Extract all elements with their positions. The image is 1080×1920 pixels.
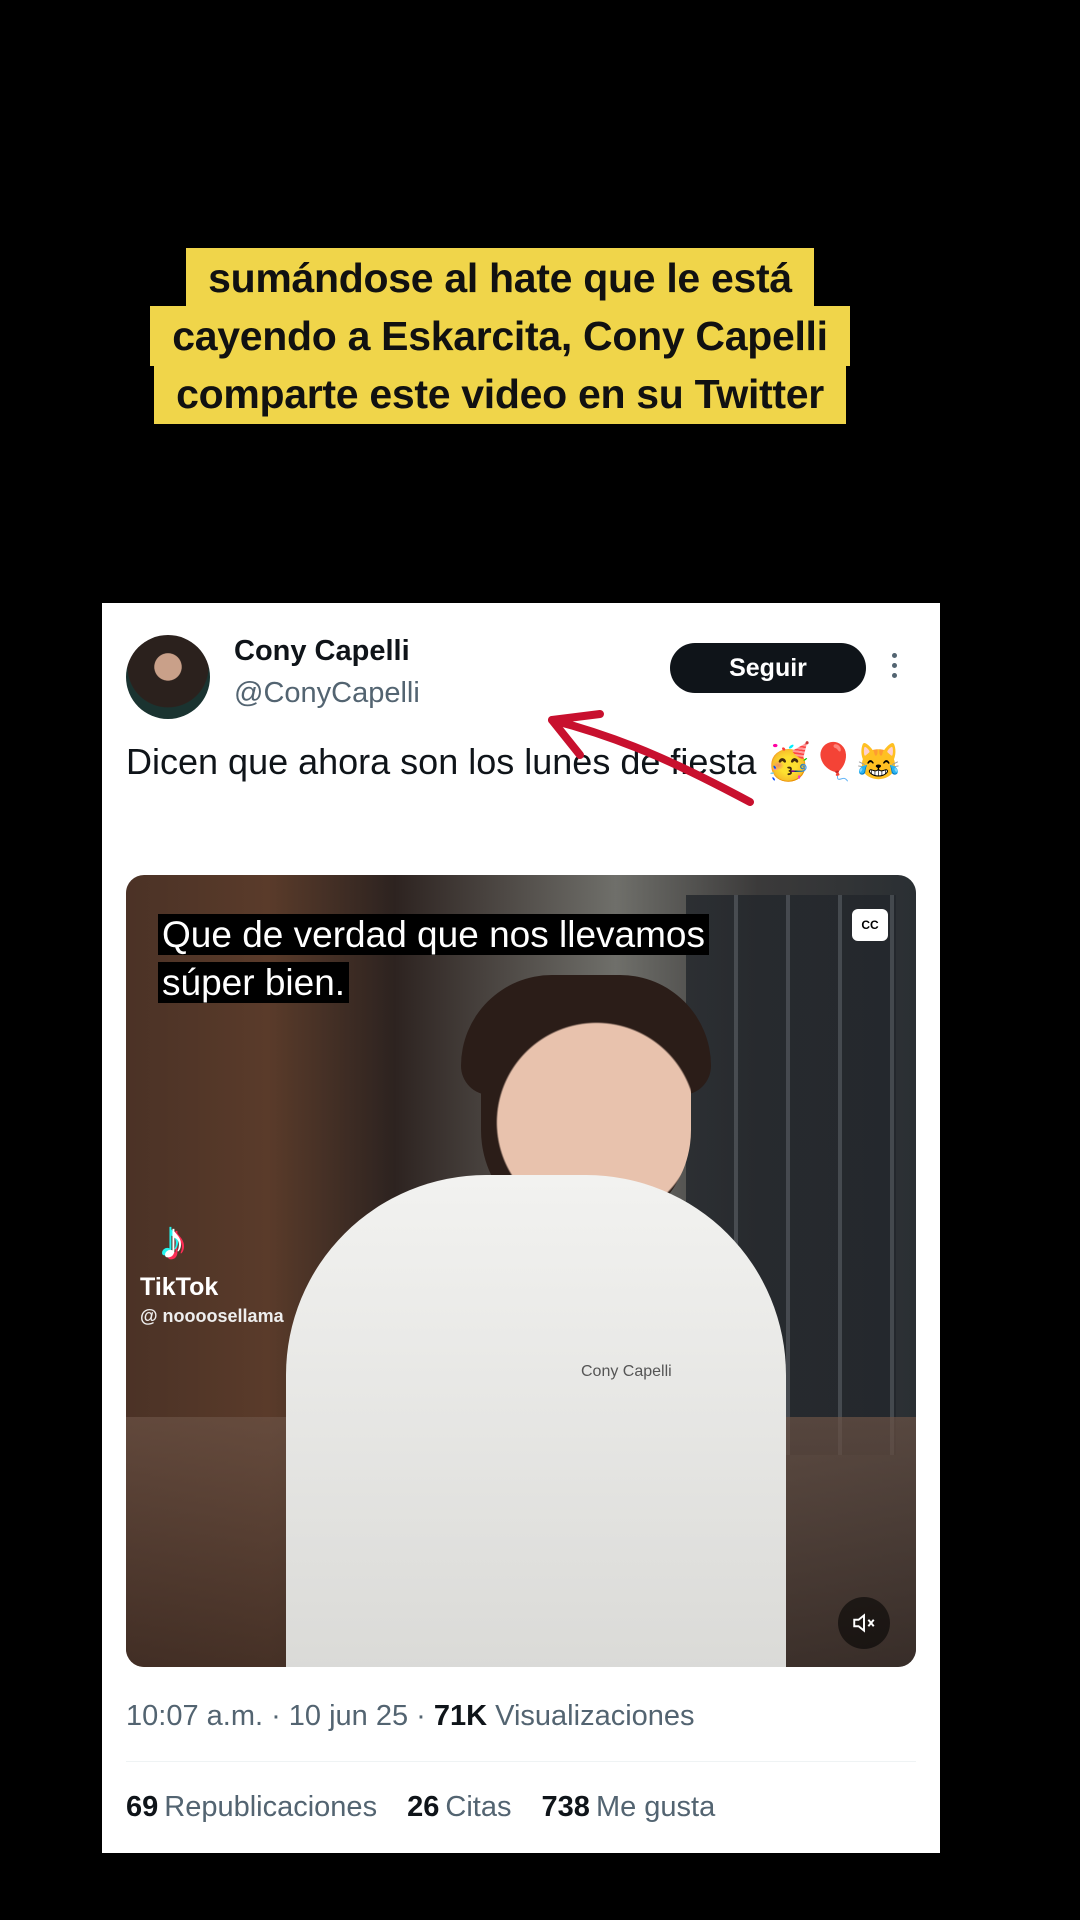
- avatar[interactable]: [126, 635, 210, 719]
- video-person-jacket: [286, 1175, 786, 1667]
- jacket-text: Cony Capelli: [581, 1363, 672, 1380]
- quotes-count: 26: [407, 1791, 440, 1823]
- views-label: Visualizaciones: [487, 1700, 695, 1732]
- reposts-stat[interactable]: 69 Republicaciones: [126, 1791, 377, 1823]
- arrow-annotation: [548, 710, 754, 806]
- tweet-meta: 10:07 a.m. · 10 jun 25 · 71K Visualizaci…: [126, 1700, 695, 1733]
- caption-line-1: sumándose al hate que le está: [186, 248, 814, 308]
- tweet-stats: 69 Republicaciones 26 Citas 738 Me gusta: [126, 1791, 737, 1824]
- caption-overlay: sumándose al hate que le está cayendo a …: [0, 248, 1000, 424]
- tiktok-logo-icon: ♪ TikTok @ noooosellama: [140, 1215, 284, 1327]
- author-name[interactable]: Cony Capelli: [234, 635, 410, 668]
- volume-icon[interactable]: [838, 1597, 890, 1649]
- timestamp[interactable]: 10:07 a.m. · 10 jun 25 ·: [126, 1700, 434, 1732]
- cc-icon[interactable]: CC: [852, 909, 888, 941]
- caption-line-3: comparte este video en su Twitter: [154, 364, 846, 424]
- tiktok-user: @ noooosellama: [140, 1306, 284, 1326]
- tweet-card[interactable]: Cony Capelli @ConyCapelli Seguir Dicen q…: [102, 603, 940, 1853]
- video-subtitle: Que de verdad que nos llevamos súper bie…: [158, 911, 710, 1007]
- divider: [126, 1761, 916, 1762]
- likes-label: Me gusta: [595, 1791, 716, 1823]
- tiktok-name: TikTok: [140, 1273, 219, 1301]
- reposts-label: Republicaciones: [164, 1791, 378, 1823]
- follow-button[interactable]: Seguir: [670, 643, 866, 693]
- author-handle[interactable]: @ConyCapelli: [234, 677, 420, 710]
- likes-count: 738: [541, 1791, 590, 1823]
- reposts-count: 69: [126, 1791, 159, 1823]
- views-count: 71K: [433, 1700, 488, 1732]
- likes-stat[interactable]: 738 Me gusta: [542, 1791, 716, 1823]
- tweet-text: Dicen que ahora son los lunes de fiesta …: [126, 741, 901, 782]
- quotes-stat[interactable]: 26 Citas: [407, 1791, 511, 1823]
- more-icon[interactable]: [892, 653, 900, 683]
- quotes-label: Citas: [445, 1791, 512, 1823]
- subtitle-line-2: súper bien.: [158, 962, 350, 1003]
- caption-line-2: cayendo a Eskarcita, Cony Capelli: [150, 306, 850, 366]
- subtitle-line-1: Que de verdad que nos llevamos: [158, 914, 710, 955]
- video-player[interactable]: Cony Capelli Que de verdad que nos lleva…: [126, 875, 916, 1667]
- tiktok-note-glyph: ♪: [160, 1212, 186, 1270]
